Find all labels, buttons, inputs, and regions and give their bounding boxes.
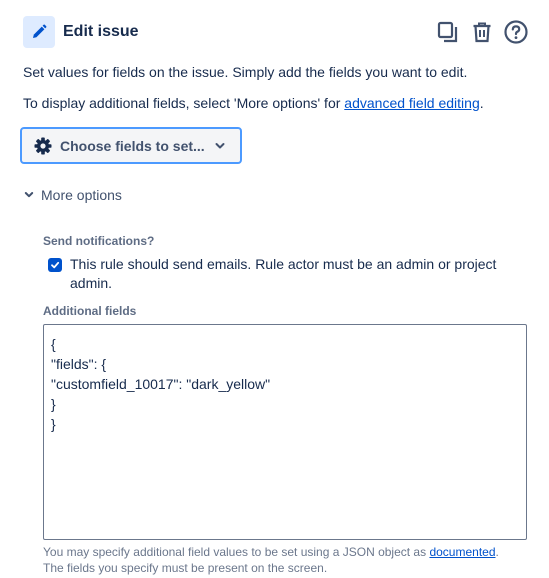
panel-title: Edit issue bbox=[63, 23, 139, 40]
checkmark-icon bbox=[50, 260, 60, 270]
help-line-1: You may specify additional field values … bbox=[43, 544, 499, 560]
additional-fields-label: Additional fields bbox=[43, 304, 137, 318]
panel-header: Edit issue bbox=[23, 16, 529, 48]
more-options-label: More options bbox=[41, 187, 122, 203]
chevron-down-icon bbox=[24, 191, 34, 199]
more-options-toggle[interactable]: More options bbox=[24, 186, 122, 204]
help-line-1-text: You may specify additional field values … bbox=[43, 545, 430, 559]
documented-link[interactable]: documented bbox=[429, 545, 495, 559]
choose-fields-label: Choose fields to set... bbox=[60, 137, 205, 154]
send-emails-checkbox-row: This rule should send emails. Rule actor… bbox=[48, 255, 528, 293]
help-line-1-suffix: . bbox=[495, 545, 499, 559]
send-notifications-label: Send notifications? bbox=[43, 234, 155, 248]
header-actions bbox=[435, 19, 529, 45]
pencil-icon bbox=[23, 16, 55, 48]
help-icon[interactable] bbox=[503, 19, 529, 45]
description-line-2-text: To display additional fields, select 'Mo… bbox=[23, 95, 345, 111]
copy-icon[interactable] bbox=[435, 19, 461, 45]
gear-icon bbox=[34, 137, 52, 155]
send-emails-checkbox[interactable] bbox=[48, 258, 62, 272]
advanced-field-editing-link[interactable]: advanced field editing bbox=[344, 95, 479, 111]
choose-fields-button[interactable]: Choose fields to set... bbox=[20, 127, 242, 164]
additional-fields-textarea[interactable]: { "fields": { "customfield_10017": "dark… bbox=[43, 324, 527, 540]
help-line-2: The fields you specify must be present o… bbox=[43, 561, 328, 575]
additional-fields-help: You may specify additional field values … bbox=[43, 544, 499, 576]
chevron-down-icon bbox=[215, 142, 225, 150]
send-emails-checkbox-label: This rule should send emails. Rule actor… bbox=[70, 256, 497, 291]
description-line-2: To display additional fields, select 'Mo… bbox=[23, 94, 484, 112]
description-line-2-suffix: . bbox=[479, 95, 484, 111]
trash-icon[interactable] bbox=[469, 19, 495, 45]
description-line-1: Set values for fields on the issue. Simp… bbox=[23, 64, 468, 80]
